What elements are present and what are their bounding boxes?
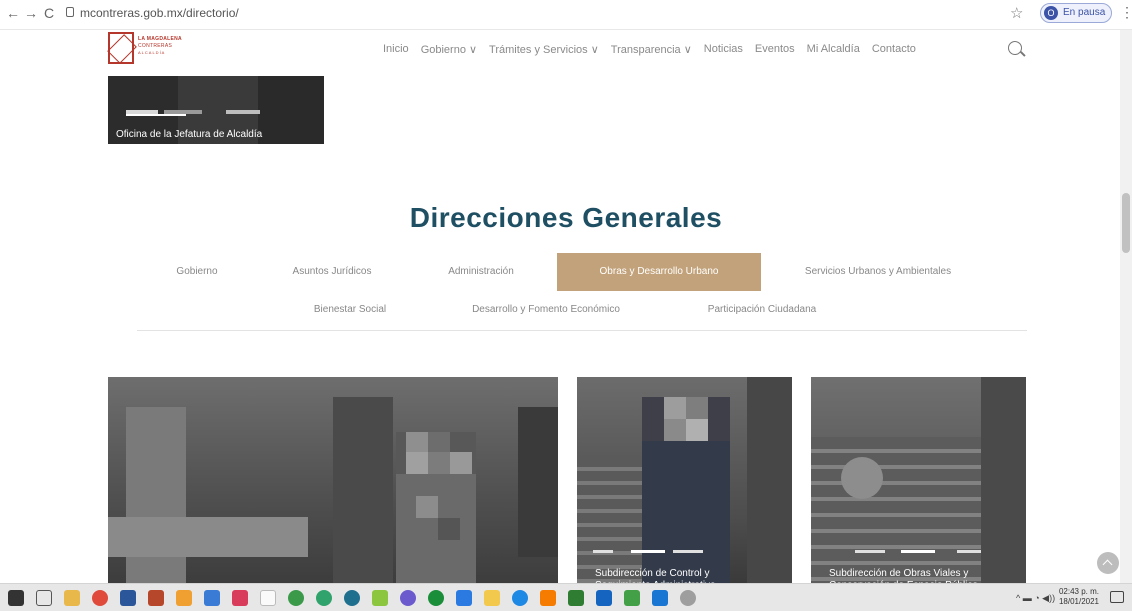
taskbar-clock[interactable]: 02:43 p. m. 18/01/2021 — [1047, 587, 1099, 607]
pixelated-person — [396, 432, 476, 583]
app-icon[interactable] — [288, 590, 304, 606]
app-icon[interactable] — [596, 590, 612, 606]
tabs-row-2: Bienestar Social Desarrollo y Fomento Ec… — [0, 300, 1132, 320]
nav-item-noticias[interactable]: Noticias — [704, 43, 743, 61]
notepad-icon[interactable] — [260, 590, 276, 606]
nav-item-eventos[interactable]: Eventos — [755, 43, 795, 61]
powerpoint-icon[interactable] — [148, 590, 164, 606]
slide-indicator — [226, 110, 260, 114]
nav-item-tramites[interactable]: Trámites y Servicios ∨ — [489, 43, 599, 61]
avatar: O — [1044, 6, 1058, 20]
file-explorer-icon[interactable] — [64, 590, 80, 606]
nav-item-contacto[interactable]: Contacto — [872, 43, 916, 61]
logo-line1: LA MAGDALENA — [138, 36, 182, 42]
task-view-icon[interactable] — [36, 590, 52, 606]
slide-indicator — [631, 550, 665, 553]
slide-indicator — [673, 550, 703, 553]
director-photo-card[interactable] — [108, 377, 558, 583]
edge-icon[interactable] — [456, 590, 472, 606]
tab-obras-desarrollo-urbano[interactable]: Obras y Desarrollo Urbano — [557, 253, 761, 291]
card3-caption: Subdirección de Obras Viales y Conservac… — [829, 568, 978, 583]
nav-item-transparencia[interactable]: Transparencia ∨ — [611, 43, 692, 61]
tab-asuntos-juridicos[interactable]: Asuntos Jurídicos — [284, 253, 380, 291]
app-icon[interactable] — [204, 590, 220, 606]
slide-indicator — [126, 114, 186, 116]
site-logo[interactable]: LA MAGDALENA CONTRERAS ALCALDÍA — [108, 30, 198, 66]
app-icon[interactable] — [344, 590, 360, 606]
tab-gobierno[interactable]: Gobierno — [172, 253, 222, 291]
app-icon[interactable] — [484, 590, 500, 606]
kebab-menu-icon[interactable]: ⋮ — [1120, 4, 1132, 21]
back-icon[interactable]: ← — [4, 4, 22, 22]
jefatura-caption: Oficina de la Jefatura de Alcaldía — [116, 129, 263, 140]
app-icon[interactable] — [372, 590, 388, 606]
scroll-to-top-button[interactable] — [1097, 552, 1119, 574]
notification-icon[interactable] — [1110, 591, 1124, 603]
jefatura-card[interactable]: Oficina de la Jefatura de Alcaldía — [108, 76, 324, 144]
subdireccion-control-card[interactable]: Subdirección de Control y Seguimiento Ad… — [577, 377, 792, 583]
tab-participacion-ciudadana[interactable]: Participación Ciudadana — [696, 300, 828, 320]
app-icon[interactable] — [680, 590, 696, 606]
logo-line2: CONTRERAS — [138, 43, 173, 49]
logo-mark — [108, 32, 134, 64]
pixelated-person — [642, 397, 730, 583]
windows-taskbar: ^ ▬ ◔ ◀)) 02:43 p. m. 18/01/2021 — [0, 583, 1132, 611]
chrome-icon[interactable] — [92, 590, 108, 606]
tabs-divider — [137, 330, 1027, 331]
app-icon[interactable] — [568, 590, 584, 606]
section-title: Direcciones Generales — [409, 202, 723, 233]
app-icon[interactable] — [428, 590, 444, 606]
nav-item-mi-alcaldia[interactable]: Mi Alcaldía — [807, 43, 860, 61]
lock-icon — [66, 7, 74, 17]
reload-icon[interactable]: C — [40, 4, 58, 22]
app-icon[interactable] — [232, 590, 248, 606]
profile-button[interactable]: O En pausa — [1040, 3, 1112, 23]
app-icon[interactable] — [316, 590, 332, 606]
clock-time: 02:43 p. m. — [1058, 587, 1099, 596]
slide-indicator — [957, 550, 981, 553]
slide-indicator — [901, 550, 935, 553]
card2-caption: Subdirección de Control y Seguimiento Ad… — [595, 568, 716, 583]
app-icon[interactable] — [652, 590, 668, 606]
app-icon[interactable] — [400, 590, 416, 606]
profile-status: En pausa — [1063, 7, 1106, 18]
site-header: LA MAGDALENA CONTRERAS ALCALDÍA Inicio G… — [0, 30, 1120, 76]
app-icon[interactable] — [540, 590, 556, 606]
search-icon[interactable] — [1008, 41, 1022, 55]
browser-toolbar: ← → C mcontreras.gob.mx/directorio/ ☆ O … — [0, 0, 1132, 30]
tab-bienestar-social[interactable]: Bienestar Social — [308, 300, 392, 320]
app-icon[interactable] — [176, 590, 192, 606]
tabs-row: Gobierno Asuntos Jurídicos Administració… — [0, 253, 1132, 291]
slide-indicator — [855, 550, 885, 553]
tab-desarrollo-fomento[interactable]: Desarrollo y Fomento Económico — [457, 300, 635, 320]
main-nav: Inicio Gobierno ∨ Trámites y Servicios ∨… — [383, 43, 916, 61]
clock-date: 18/01/2021 — [1058, 597, 1099, 606]
start-icon[interactable] — [8, 590, 24, 606]
slide-indicator — [593, 550, 613, 553]
logo-line3: ALCALDÍA — [138, 50, 166, 55]
address-bar[interactable]: mcontreras.gob.mx/directorio/ — [80, 4, 239, 22]
subdireccion-obras-card[interactable]: Subdirección de Obras Viales y Conservac… — [811, 377, 1026, 583]
tab-administracion[interactable]: Administración — [440, 253, 522, 291]
app-icon[interactable] — [624, 590, 640, 606]
nav-item-gobierno[interactable]: Gobierno ∨ — [421, 43, 477, 61]
word-icon[interactable] — [120, 590, 136, 606]
nav-item-inicio[interactable]: Inicio — [383, 43, 409, 61]
forward-icon[interactable]: → — [22, 4, 40, 22]
app-icon[interactable] — [512, 590, 528, 606]
bookmark-star-icon[interactable]: ☆ — [1010, 4, 1023, 22]
tab-servicios-urbanos[interactable]: Servicios Urbanos y Ambientales — [792, 253, 964, 291]
stone-sphere — [841, 457, 883, 499]
